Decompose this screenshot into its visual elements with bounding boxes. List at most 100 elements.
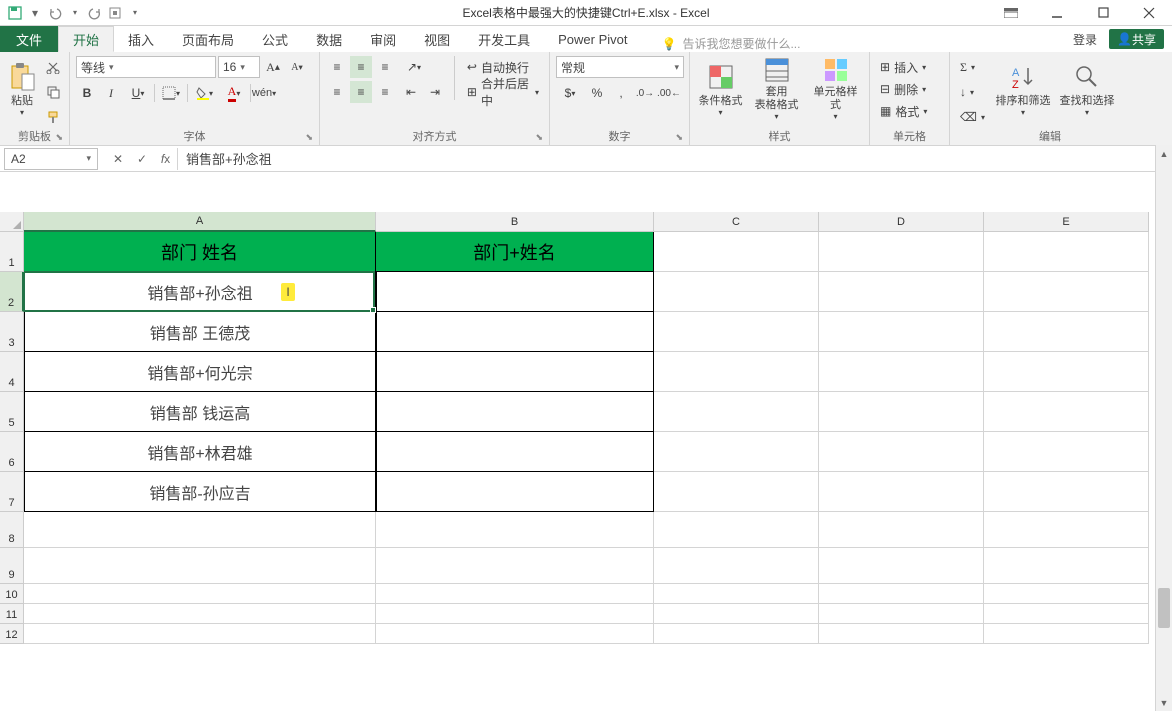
cell-B1[interactable]: 部门+姓名	[376, 232, 654, 272]
cell-D12[interactable]	[819, 624, 984, 644]
cell-C10[interactable]	[654, 584, 819, 604]
row-header-12[interactable]: 12	[0, 624, 24, 644]
font-color-button[interactable]: A▾	[220, 82, 248, 104]
worksheet-grid[interactable]: 1 2 3 4 5 6 7 8 9 10 11 12 A B C D E 部门 …	[0, 212, 1172, 707]
cell-C8[interactable]	[654, 512, 819, 548]
align-dialog-icon[interactable]: ⬊	[535, 132, 543, 143]
save-icon[interactable]	[6, 4, 24, 22]
close-button[interactable]	[1126, 0, 1172, 26]
col-header-D[interactable]: D	[819, 212, 984, 232]
tab-power-pivot[interactable]: Power Pivot	[544, 26, 641, 52]
align-middle-icon[interactable]: ≡	[350, 56, 372, 78]
cell-A2[interactable]: 销售部+孙念祖 I	[24, 272, 376, 312]
find-select-button[interactable]: 查找和选择▾	[1057, 56, 1117, 122]
cell-C6[interactable]	[654, 432, 819, 472]
cell-E11[interactable]	[984, 604, 1149, 624]
font-name-combo[interactable]: 等线▾	[76, 56, 216, 78]
percent-icon[interactable]: %	[586, 82, 608, 104]
format-as-table-button[interactable]: 套用 表格格式▾	[749, 56, 804, 122]
row-header-3[interactable]: 3	[0, 312, 24, 352]
cell-D3[interactable]	[819, 312, 984, 352]
cell-B3[interactable]	[376, 312, 654, 352]
align-right-icon[interactable]: ≡	[374, 81, 396, 103]
cell-B2[interactable]	[376, 272, 654, 312]
cell-D11[interactable]	[819, 604, 984, 624]
accounting-icon[interactable]: $▾	[556, 82, 584, 104]
cell-D7[interactable]	[819, 472, 984, 512]
italic-button[interactable]: I	[100, 82, 122, 104]
row-header-1[interactable]: 1	[0, 232, 24, 272]
cell-B9[interactable]	[376, 548, 654, 584]
tab-review[interactable]: 审阅	[356, 26, 410, 52]
cell-E4[interactable]	[984, 352, 1149, 392]
orientation-icon[interactable]: ↗▾	[400, 56, 428, 78]
cell-styles-button[interactable]: 单元格样式▾	[808, 56, 863, 122]
clipboard-dialog-icon[interactable]: ⬊	[55, 132, 63, 143]
font-dialog-icon[interactable]: ⬊	[305, 132, 313, 143]
cell-A1[interactable]: 部门 姓名	[24, 232, 376, 272]
undo-icon[interactable]	[46, 4, 64, 22]
scrollbar-track[interactable]	[1156, 162, 1172, 694]
decrease-decimal-icon[interactable]: .00←	[658, 82, 680, 104]
decrease-font-icon[interactable]: A▾	[286, 56, 308, 78]
border-button[interactable]: ▾	[157, 82, 185, 104]
touch-mode-icon[interactable]	[106, 4, 124, 22]
cell-A12[interactable]	[24, 624, 376, 644]
cell-E7[interactable]	[984, 472, 1149, 512]
tab-data[interactable]: 数据	[302, 26, 356, 52]
login-link[interactable]: 登录	[1073, 31, 1097, 48]
cell-C7[interactable]	[654, 472, 819, 512]
tab-view[interactable]: 视图	[410, 26, 464, 52]
cell-C3[interactable]	[654, 312, 819, 352]
align-left-icon[interactable]: ≡	[326, 81, 348, 103]
col-header-C[interactable]: C	[654, 212, 819, 232]
paste-button[interactable]: 粘贴▾	[6, 56, 38, 122]
cell-B5[interactable]	[376, 392, 654, 432]
select-all-button[interactable]	[0, 212, 24, 232]
cell-A10[interactable]	[24, 584, 376, 604]
insert-function-icon[interactable]: fx	[154, 148, 178, 170]
col-header-E[interactable]: E	[984, 212, 1149, 232]
formula-input[interactable]: 销售部+孙念祖	[178, 148, 1172, 170]
cell-E5[interactable]	[984, 392, 1149, 432]
cancel-icon[interactable]: ✕	[106, 148, 130, 170]
decrease-indent-icon[interactable]: ⇤	[400, 81, 422, 103]
row-header-11[interactable]: 11	[0, 604, 24, 624]
cut-icon[interactable]	[42, 56, 64, 78]
row-header-8[interactable]: 8	[0, 512, 24, 548]
cell-B11[interactable]	[376, 604, 654, 624]
copy-icon[interactable]	[42, 81, 64, 103]
cell-E12[interactable]	[984, 624, 1149, 644]
col-header-A[interactable]: A	[24, 212, 376, 232]
cell-E1[interactable]	[984, 232, 1149, 272]
cell-C1[interactable]	[654, 232, 819, 272]
cell-D4[interactable]	[819, 352, 984, 392]
align-bottom-icon[interactable]: ≡	[374, 56, 396, 78]
cell-E9[interactable]	[984, 548, 1149, 584]
share-button[interactable]: 👤 共享	[1109, 29, 1164, 49]
tell-me[interactable]: 💡 告诉我您想要做什么...	[662, 35, 801, 52]
cell-A7[interactable]: 销售部-孙应吉	[24, 472, 376, 512]
ribbon-options-icon[interactable]	[988, 0, 1034, 26]
cell-A5[interactable]: 销售部 钱运高	[24, 392, 376, 432]
cell-C5[interactable]	[654, 392, 819, 432]
cell-A3[interactable]: 销售部 王德茂	[24, 312, 376, 352]
bold-button[interactable]: B	[76, 82, 98, 104]
increase-indent-icon[interactable]: ⇥	[424, 81, 446, 103]
cell-D5[interactable]	[819, 392, 984, 432]
tab-formulas[interactable]: 公式	[248, 26, 302, 52]
align-top-icon[interactable]: ≡	[326, 56, 348, 78]
increase-font-icon[interactable]: A▴	[262, 56, 284, 78]
cell-E3[interactable]	[984, 312, 1149, 352]
merge-center-button[interactable]: ⊞合并后居中▾	[463, 81, 543, 103]
row-header-10[interactable]: 10	[0, 584, 24, 604]
autosum-button[interactable]: Σ▾	[956, 56, 989, 78]
enter-icon[interactable]: ✓	[130, 148, 154, 170]
cell-E6[interactable]	[984, 432, 1149, 472]
tab-home[interactable]: 开始	[58, 26, 114, 52]
scroll-down-icon[interactable]: ▼	[1156, 694, 1172, 711]
grid-body[interactable]: A B C D E 部门 姓名 部门+姓名 销售部+孙念祖 I 销售部 王德茂	[24, 212, 1172, 707]
format-painter-icon[interactable]	[42, 106, 64, 128]
cell-D8[interactable]	[819, 512, 984, 548]
name-box[interactable]: A2▾	[4, 148, 98, 170]
